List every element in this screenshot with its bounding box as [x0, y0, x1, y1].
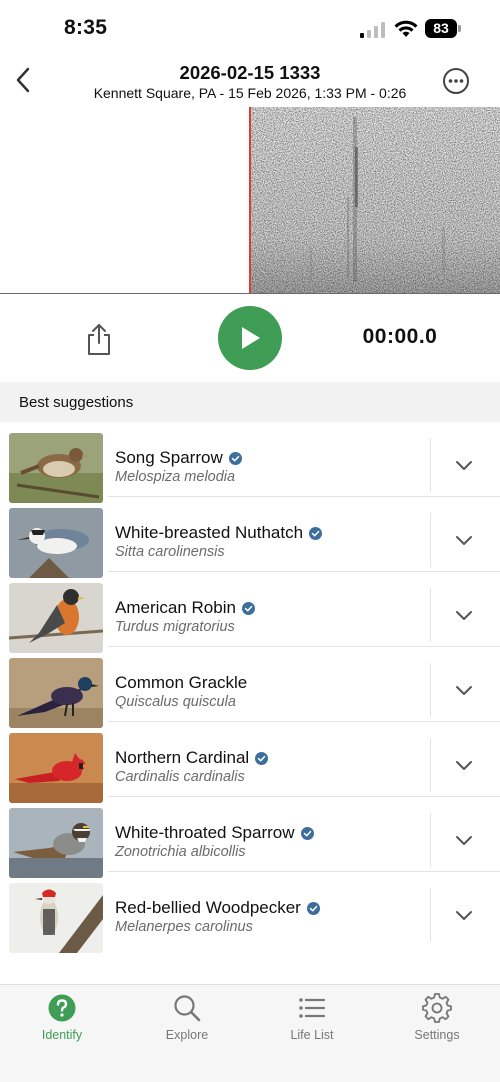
cellular-signal-icon: [360, 22, 385, 38]
suggestion-row[interactable]: Red-bellied Woodpecker Melanerpes caroli…: [0, 872, 500, 953]
suggestions-header: Best suggestions: [0, 382, 500, 422]
tab-label: Life List: [290, 1028, 334, 1042]
row-separator: [430, 588, 431, 642]
tab-label: Identify: [41, 1028, 83, 1042]
suggestion-row[interactable]: American Robin Turdus migratorius: [0, 572, 500, 653]
back-button[interactable]: [8, 62, 38, 98]
share-icon[interactable]: [84, 322, 114, 356]
recording-title: 2026-02-15 1333: [179, 62, 321, 83]
spectrogram[interactable]: [0, 107, 500, 294]
suggestion-row[interactable]: White-throated Sparrow Zonotrichia albic…: [0, 797, 500, 878]
status-bar: 8:35 83: [0, 0, 500, 58]
tab-settings[interactable]: Settings: [387, 993, 487, 1053]
chevron-down-icon[interactable]: [452, 756, 476, 776]
chevron-down-icon[interactable]: [452, 531, 476, 551]
scientific-name: Quiscalus quiscula: [115, 694, 236, 710]
song-sparrow-photo: [9, 433, 103, 503]
chevron-down-icon[interactable]: [452, 831, 476, 851]
verified-badge-icon: [309, 526, 323, 540]
common-name: Common Grackle: [115, 673, 247, 693]
chevron-down-icon[interactable]: [452, 906, 476, 926]
tab-label: Explore: [165, 1028, 209, 1042]
common-name-text: Common Grackle: [115, 673, 248, 692]
common-name: Song Sparrow: [115, 448, 242, 468]
gear-icon: [422, 993, 452, 1023]
battery-tip: [458, 25, 461, 32]
american-robin-photo: [9, 583, 103, 653]
scientific-name: Sitta carolinensis: [115, 544, 225, 560]
suggestion-row[interactable]: Northern Cardinal Cardinalis cardinalis: [0, 722, 500, 803]
search-icon: [174, 995, 201, 1022]
play-button[interactable]: [218, 306, 282, 370]
playhead[interactable]: [249, 107, 251, 294]
section-title: Best suggestions: [19, 394, 134, 411]
chevron-down-icon[interactable]: [452, 606, 476, 626]
red-bellied-woodpecker-photo: [9, 883, 103, 953]
tab-label: Settings: [414, 1028, 460, 1042]
wifi-icon: [394, 20, 418, 37]
common-name-text: American Robin: [115, 598, 236, 617]
common-name: American Robin: [115, 598, 255, 618]
chevron-down-icon[interactable]: [452, 456, 476, 476]
verified-badge-icon: [306, 901, 320, 915]
suggestions-list: Song Sparrow Melospiza melodia White-bre…: [0, 422, 500, 953]
suggestion-row[interactable]: Common Grackle Quiscalus quiscula: [0, 647, 500, 728]
verified-badge-icon: [241, 601, 255, 615]
battery-icon: 83: [425, 19, 461, 38]
question-circle-icon: [48, 994, 76, 1022]
verified-badge-icon: [228, 451, 242, 465]
status-time: 8:35: [64, 16, 108, 39]
chevron-down-icon[interactable]: [452, 681, 476, 701]
play-icon: [242, 327, 260, 349]
common-name-text: Red-bellied Woodpecker: [115, 898, 301, 917]
common-name-text: Northern Cardinal: [115, 748, 250, 767]
spectrogram-image: [250, 107, 500, 294]
chevron-left-icon: [16, 67, 30, 93]
suggestion-row[interactable]: Song Sparrow Melospiza melodia: [0, 422, 500, 503]
list-icon: [299, 998, 326, 1018]
tab-explore[interactable]: Explore: [137, 993, 237, 1053]
scientific-name: Cardinalis cardinalis: [115, 769, 245, 785]
common-name: Northern Cardinal: [115, 748, 269, 768]
northern-cardinal-photo: [9, 733, 103, 803]
tab-identify[interactable]: Identify: [12, 993, 112, 1053]
battery-level: 83: [425, 19, 457, 38]
suggestion-row[interactable]: White-breasted Nuthatch Sitta carolinens…: [0, 497, 500, 578]
scientific-name: Melanerpes carolinus: [115, 919, 253, 935]
row-separator: [430, 438, 431, 492]
tab-bar: Identify Explore Life List Settings: [0, 984, 500, 1082]
row-separator: [430, 513, 431, 567]
scientific-name: Turdus migratorius: [115, 619, 235, 635]
common-grackle-photo: [9, 658, 103, 728]
scientific-name: Melospiza melodia: [115, 469, 236, 485]
row-separator: [430, 663, 431, 717]
recording-subtitle: Kennett Square, PA - 15 Feb 2026, 1:33 P…: [93, 85, 407, 101]
white-throated-sparrow-photo: [9, 808, 103, 878]
common-name: White-throated Sparrow: [115, 823, 314, 843]
row-separator: [430, 888, 431, 942]
verified-badge-icon: [255, 751, 269, 765]
common-name: White-breasted Nuthatch: [115, 523, 323, 543]
white-breasted-nuthatch-photo: [9, 508, 103, 578]
playback-timer: 00:00.0: [362, 325, 438, 348]
common-name: Red-bellied Woodpecker: [115, 898, 320, 918]
scientific-name: Zonotrichia albicollis: [115, 844, 246, 860]
common-name-text: Song Sparrow: [115, 448, 223, 467]
common-name-text: White-throated Sparrow: [115, 823, 295, 842]
row-separator: [430, 813, 431, 867]
row-separator: [430, 738, 431, 792]
tab-life-list[interactable]: Life List: [262, 993, 362, 1053]
spectrogram-baseline: [0, 293, 500, 294]
verified-badge-icon: [300, 826, 314, 840]
common-name-text: White-breasted Nuthatch: [115, 523, 304, 542]
more-options-icon[interactable]: [442, 67, 470, 95]
